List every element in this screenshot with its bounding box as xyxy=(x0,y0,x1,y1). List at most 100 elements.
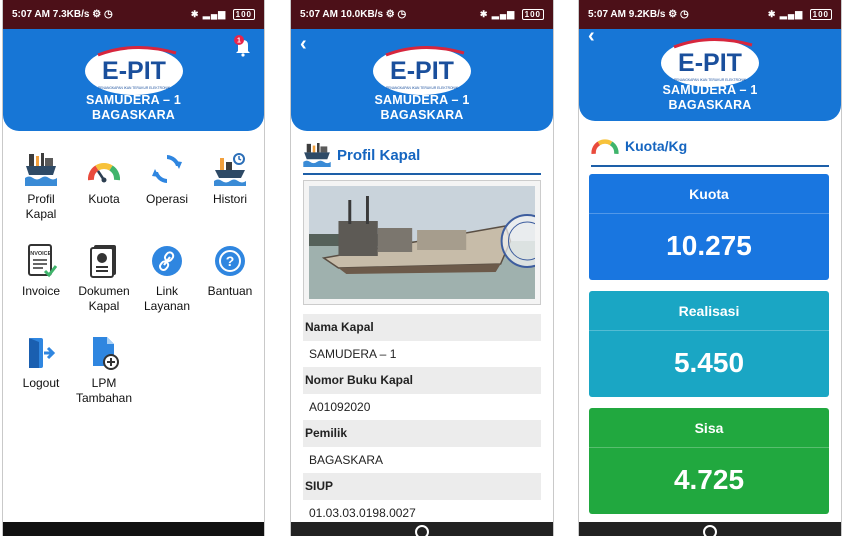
card-title: Realisasi xyxy=(589,291,829,331)
menu-label: Histori xyxy=(212,192,247,206)
gauge-icon xyxy=(591,139,619,155)
menu-profil-kapal[interactable]: Profil Kapal xyxy=(8,152,74,222)
menu-label: Dokumen Kapal xyxy=(78,284,130,313)
logo-text: E-PIT xyxy=(102,57,166,85)
section-title: Profil Kapal xyxy=(303,143,420,167)
card-title: Sisa xyxy=(589,408,829,448)
add-file-icon xyxy=(93,337,119,370)
status-icons: ✱ ▂▄▆ 100 xyxy=(191,9,255,20)
field-label: SIUP xyxy=(303,473,541,500)
vessel-photo-image xyxy=(309,186,553,299)
home-screen: 5:07 AM 7.3KB/s ⚙ ◷ ✱ ▂▄▆ 100 E-PIT PENA… xyxy=(2,0,265,536)
back-arrow-icon[interactable]: ‹ xyxy=(588,26,595,46)
menu-operasi[interactable]: Operasi xyxy=(134,152,200,207)
nav-bar xyxy=(3,522,264,536)
menu-label: Profil Kapal xyxy=(25,192,57,221)
status-time: 5:07 AM xyxy=(12,9,50,20)
status-speed: 10.0KB/s xyxy=(340,9,384,20)
home-nav-icon[interactable] xyxy=(703,525,717,536)
status-icons: ✱ ▂▄▆ 100 xyxy=(480,9,544,20)
menu-kuota[interactable]: Kuota xyxy=(71,152,137,207)
menu-label: Link Layanan xyxy=(143,284,191,313)
notification-count: 1 xyxy=(237,38,241,45)
help-icon: ? xyxy=(215,246,245,276)
status-icons: ✱ ▂▄▆ 100 xyxy=(768,9,832,20)
menu-bantuan[interactable]: ? Bantuan xyxy=(197,244,263,299)
card-value: 5.450 xyxy=(673,347,745,378)
gauge-icon xyxy=(88,163,120,183)
vessel-name: SAMUDERA – 1 xyxy=(374,93,470,107)
owner-name: BAGASKARA xyxy=(668,98,752,112)
field-label: Pemilik xyxy=(303,420,541,447)
quota-card: Kuota 10.275 xyxy=(589,174,829,280)
status-bar: 5:07 AM 9.2KB/s ⚙ ◷ ✱ ▂▄▆ 100 xyxy=(579,0,841,29)
field-label: Nomor Buku Kapal xyxy=(303,367,541,394)
field-value: A01092020 xyxy=(303,393,541,420)
vessel-name: SAMUDERA – 1 xyxy=(85,93,181,107)
logo-subtext: PENANGKAPAN IKAN TERUKUR ELEKTRONIK xyxy=(674,78,747,82)
ship-profile-icon xyxy=(25,153,57,186)
app-header: ‹ E-PIT PENANGKAPAN IKAN TERUKUR ELEKTRO… xyxy=(579,26,841,121)
status-bar: 5:07 AM 10.0KB/s ⚙ ◷ ✱ ▂▄▆ 100 xyxy=(291,0,553,29)
nav-bar xyxy=(579,522,841,536)
history-ship-icon xyxy=(214,153,246,186)
invoice-icon: INVOICE xyxy=(28,244,57,278)
owner-name: BAGASKARA xyxy=(380,108,464,122)
field-value: BAGASKARA xyxy=(303,446,541,473)
link-icon xyxy=(152,246,182,276)
epit-logo: E-PIT PENANGKAPAN IKAN TERUKUR ELEKTRONI… xyxy=(373,45,471,95)
ship-profile-icon xyxy=(303,143,331,167)
app-header: E-PIT PENANGKAPAN IKAN TERUKUR ELEKTRONI… xyxy=(3,29,264,131)
notification-bell-icon[interactable]: 1 xyxy=(232,35,254,57)
sync-icon xyxy=(152,155,182,183)
svg-text:?: ? xyxy=(226,253,235,269)
menu-link-layanan[interactable]: Link Layanan xyxy=(134,244,200,314)
field-value: SAMUDERA – 1 xyxy=(303,340,541,367)
status-time: 5:07 AM xyxy=(588,9,626,20)
menu-label: Operasi xyxy=(145,192,189,206)
menu-dokumen-kapal[interactable]: Dokumen Kapal xyxy=(71,244,137,314)
section-title-text: Kuota/Kg xyxy=(625,138,688,154)
menu-lpm-tambahan[interactable]: LPM Tambahan xyxy=(71,336,137,406)
svg-text:INVOICE: INVOICE xyxy=(29,251,52,257)
remaining-card: Sisa 4.725 xyxy=(589,408,829,514)
menu-logout[interactable]: Logout xyxy=(8,336,74,391)
section-title-text: Profil Kapal xyxy=(337,146,421,164)
battery-icon: 100 xyxy=(521,9,544,20)
menu-invoice[interactable]: INVOICE Invoice xyxy=(8,244,74,299)
epit-logo: E-PIT PENANGKAPAN IKAN TERUKUR ELEKTRONI… xyxy=(661,37,759,87)
field-label: Nama Kapal xyxy=(303,314,541,341)
card-title: Kuota xyxy=(589,174,829,214)
battery-icon: 100 xyxy=(809,9,832,20)
home-nav-icon[interactable] xyxy=(415,525,429,536)
section-divider xyxy=(303,173,541,175)
menu-histori[interactable]: Histori xyxy=(197,152,263,207)
card-value: 4.725 xyxy=(673,464,745,495)
menu-label: Bantuan xyxy=(207,284,253,298)
menu-label: LPM Tambahan xyxy=(75,376,133,405)
document-icon xyxy=(90,245,116,278)
logo-text: E-PIT xyxy=(390,57,454,85)
realization-card: Realisasi 5.450 xyxy=(589,291,829,397)
vessel-photo xyxy=(303,180,553,305)
profile-screen: 5:07 AM 10.0KB/s ⚙ ◷ ✱ ▂▄▆ 100 ‹ E-PIT P… xyxy=(290,0,554,536)
nav-bar xyxy=(291,522,553,536)
app-header: ‹ E-PIT PENANGKAPAN IKAN TERUKUR ELEKTRO… xyxy=(291,29,553,131)
logout-icon xyxy=(29,338,56,368)
logo-text: E-PIT xyxy=(678,49,742,77)
owner-name: BAGASKARA xyxy=(91,108,176,122)
status-speed: 9.2KB/s xyxy=(628,9,666,20)
logo-subtext: PENANGKAPAN IKAN TERUKUR ELEKTRONIK xyxy=(97,86,170,90)
profile-field-list: Nama Kapal SAMUDERA – 1 Nomor Buku Kapal… xyxy=(303,314,541,526)
menu-label: Logout xyxy=(22,376,60,390)
menu-label: Kuota xyxy=(88,192,120,206)
section-title: Kuota/Kg xyxy=(591,137,687,155)
status-bar: 5:07 AM 7.3KB/s ⚙ ◷ ✱ ▂▄▆ 100 xyxy=(3,0,264,29)
logo-subtext: PENANGKAPAN IKAN TERUKUR ELEKTRONIK xyxy=(386,86,459,90)
back-arrow-icon[interactable]: ‹ xyxy=(300,34,307,54)
status-time: 5:07 AM xyxy=(300,9,338,20)
status-speed: 7.3KB/s xyxy=(52,9,90,20)
vessel-name: SAMUDERA – 1 xyxy=(662,83,758,97)
section-divider xyxy=(591,165,829,167)
battery-icon: 100 xyxy=(232,9,255,20)
